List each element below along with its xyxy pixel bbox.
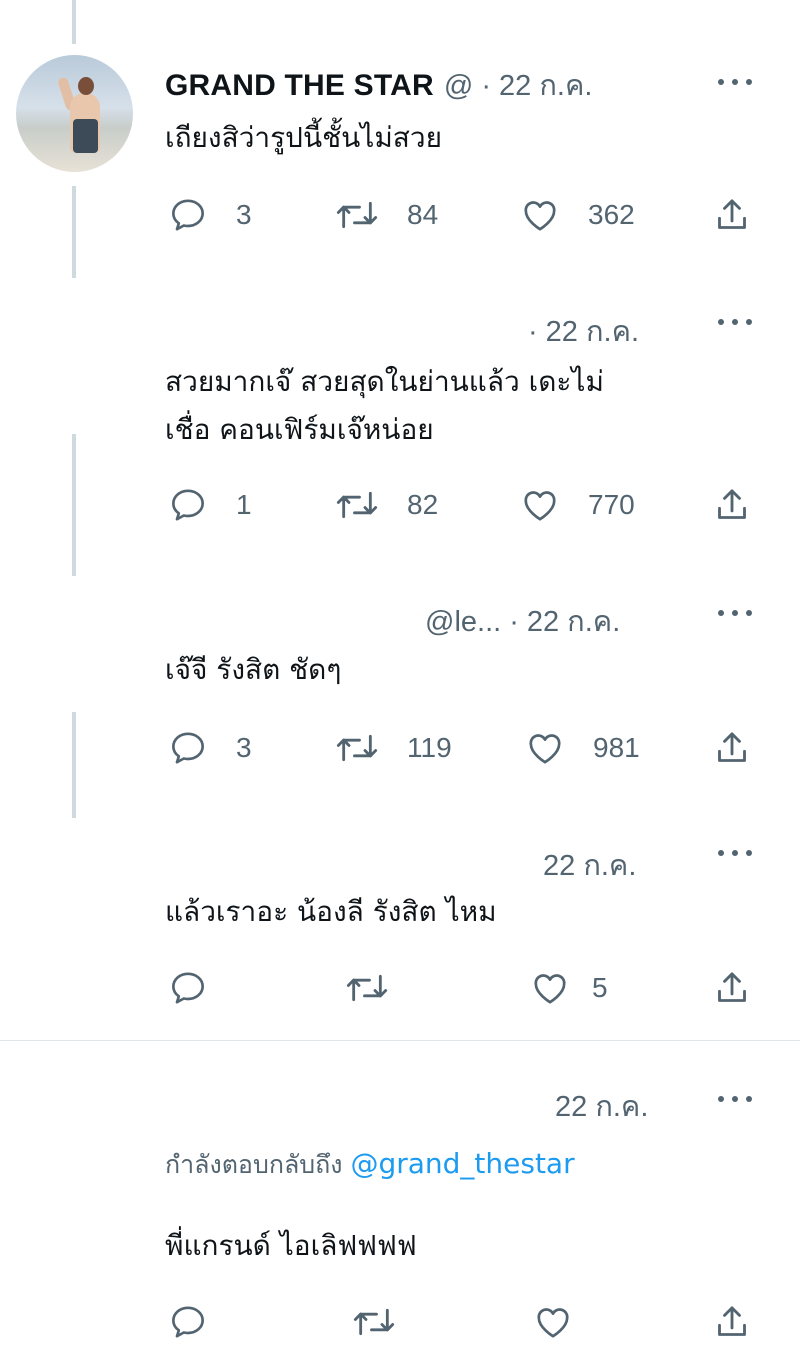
tweet[interactable]: GRAND THE STAR @ · 22 ก.ค. เถียงสิว่ารูป… bbox=[0, 0, 800, 290]
reply-icon bbox=[172, 972, 205, 1004]
timestamp[interactable]: 22 ก.ค. bbox=[527, 598, 620, 644]
retweet-button[interactable] bbox=[352, 1297, 396, 1347]
retweet-icon bbox=[336, 201, 378, 229]
reply-icon bbox=[172, 1306, 205, 1338]
author-handle[interactable]: @le... bbox=[425, 606, 501, 639]
reply-count: 3 bbox=[236, 199, 252, 230]
tweet[interactable]: 22 ก.ค. กำลังตอบกลับถึง @grand_thestar พ… bbox=[0, 1041, 800, 1355]
tweet-text: แล้วเราอะ น้องลี รังสิต ไหม bbox=[165, 895, 497, 928]
retweet-button[interactable]: 84 bbox=[335, 190, 438, 240]
retweet-count: 84 bbox=[407, 199, 439, 230]
retweet-icon bbox=[336, 734, 378, 762]
retweet-button[interactable]: 119 bbox=[335, 723, 452, 773]
tweet-actions: 5 bbox=[0, 963, 800, 1013]
replying-to: กำลังตอบกลับถึง @grand_thestar bbox=[165, 1145, 575, 1185]
meta-separator: · bbox=[509, 606, 519, 638]
tweet[interactable]: @le... · 22 ก.ค. เจ๊จี รังสิต ชัดๆ 3 119… bbox=[0, 580, 800, 830]
share-icon bbox=[718, 972, 746, 1002]
like-button[interactable]: 770 bbox=[520, 480, 635, 530]
author-handle[interactable]: @ bbox=[444, 70, 473, 103]
timestamp[interactable]: 22 ก.ค. bbox=[546, 308, 639, 354]
share-icon bbox=[718, 1306, 746, 1336]
meta-separator: · bbox=[481, 70, 492, 102]
share-icon bbox=[718, 732, 746, 762]
reply-button[interactable]: 3 bbox=[168, 190, 252, 240]
reply-count: 3 bbox=[236, 732, 252, 763]
reply-icon bbox=[172, 489, 205, 521]
heart-icon bbox=[534, 974, 566, 1004]
more-icon[interactable] bbox=[718, 1096, 752, 1104]
tweet-text-line: สวยมากเจ๊ สวยสุดในย่านแล้ว เดะไม่ bbox=[165, 365, 604, 398]
timestamp[interactable]: 22 ก.ค. bbox=[543, 842, 636, 888]
like-count: 770 bbox=[588, 489, 635, 520]
tweet[interactable]: · 22 ก.ค. สวยมากเจ๊ สวยสุดในย่านแล้ว เดะ… bbox=[0, 290, 800, 570]
heart-icon bbox=[524, 491, 556, 521]
reply-button[interactable] bbox=[168, 1297, 208, 1347]
tweet-text-line: เชื่อ คอนเฟิร์มเจ๊หน่อย bbox=[165, 413, 434, 446]
share-button[interactable] bbox=[712, 190, 752, 240]
retweet-button[interactable]: 82 bbox=[335, 480, 438, 530]
tweet-actions bbox=[0, 1297, 800, 1347]
more-icon[interactable] bbox=[718, 610, 752, 618]
timestamp[interactable]: 22 ก.ค. bbox=[499, 62, 592, 108]
replying-prefix: กำลังตอบกลับถึง bbox=[165, 1150, 343, 1179]
reply-button[interactable] bbox=[168, 963, 208, 1013]
tweet-actions: 3 84 362 bbox=[0, 190, 800, 240]
share-icon bbox=[718, 199, 746, 229]
like-button[interactable]: 981 bbox=[525, 723, 640, 773]
like-button[interactable] bbox=[533, 1297, 573, 1347]
reply-icon bbox=[172, 732, 205, 764]
like-button[interactable]: 362 bbox=[520, 190, 635, 240]
timestamp[interactable]: 22 ก.ค. bbox=[555, 1083, 648, 1129]
like-count: 362 bbox=[588, 199, 635, 230]
share-button[interactable] bbox=[712, 963, 752, 1013]
reply-button[interactable]: 1 bbox=[168, 480, 252, 530]
tweet[interactable]: 22 ก.ค. แล้วเราอะ น้องลี รังสิต ไหม 5 bbox=[0, 830, 800, 1040]
like-button[interactable]: 5 bbox=[530, 963, 608, 1013]
heart-icon bbox=[524, 201, 556, 231]
retweet-count: 119 bbox=[407, 732, 452, 763]
more-icon[interactable] bbox=[718, 79, 752, 87]
avatar[interactable] bbox=[16, 55, 133, 172]
heart-icon bbox=[529, 734, 561, 764]
retweet-icon bbox=[336, 491, 378, 519]
more-icon[interactable] bbox=[718, 850, 752, 858]
reply-button[interactable]: 3 bbox=[168, 723, 252, 773]
tweet-text: เถียงสิว่ารูปนี้ชั้นไม่สวย bbox=[165, 121, 442, 154]
retweet-count: 82 bbox=[407, 489, 439, 520]
share-button[interactable] bbox=[712, 480, 752, 530]
tweet-text: พี่แกรนด์ ไอเลิฟฟฟฟ bbox=[165, 1229, 417, 1262]
more-icon[interactable] bbox=[718, 319, 752, 327]
reply-icon bbox=[172, 199, 205, 231]
like-count: 5 bbox=[592, 972, 608, 1003]
share-button[interactable] bbox=[712, 723, 752, 773]
retweet-icon bbox=[346, 974, 388, 1002]
tweet-actions: 3 119 981 bbox=[0, 723, 800, 773]
heart-icon bbox=[537, 1308, 569, 1338]
retweet-button[interactable] bbox=[345, 963, 389, 1013]
retweet-icon bbox=[353, 1308, 395, 1336]
like-count: 981 bbox=[593, 732, 640, 763]
reply-count: 1 bbox=[236, 489, 252, 520]
tweet-actions: 1 82 770 bbox=[0, 480, 800, 530]
tweet-text: เจ๊จี รังสิต ชัดๆ bbox=[165, 653, 342, 686]
meta-separator: · bbox=[528, 316, 538, 348]
share-icon bbox=[718, 489, 746, 519]
replying-mention-link[interactable]: @grand_thestar bbox=[350, 1147, 574, 1180]
share-button[interactable] bbox=[712, 1297, 752, 1347]
author-name[interactable]: GRAND THE STAR bbox=[165, 69, 434, 103]
